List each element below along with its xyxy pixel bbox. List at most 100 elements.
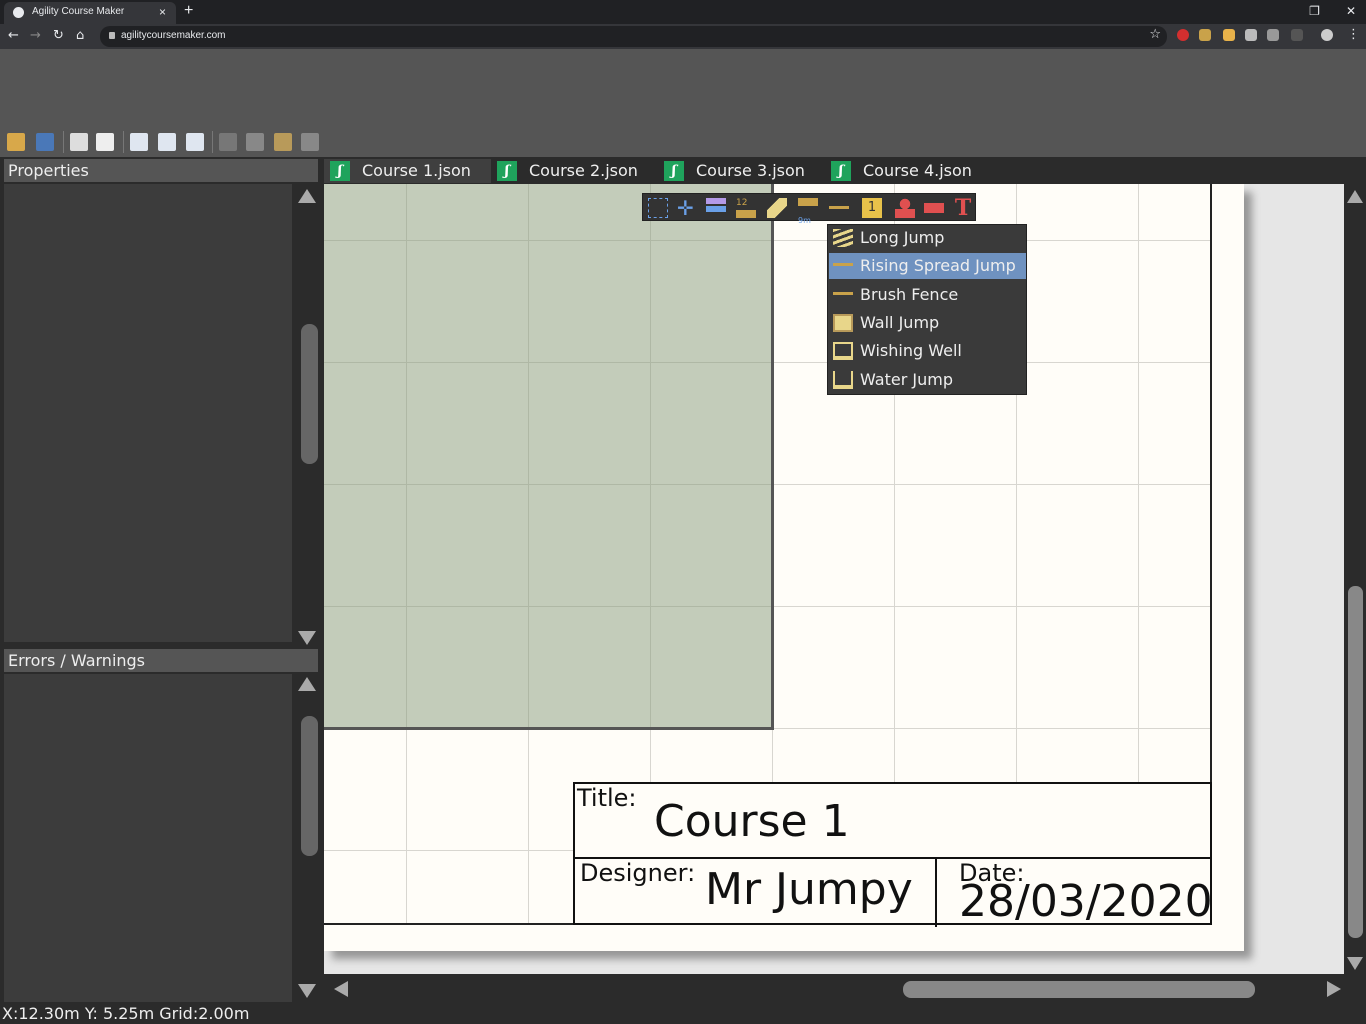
canvas-vertical-scrollbar[interactable]	[1345, 184, 1366, 974]
tab-course-4[interactable]: ʃ Course 4.json	[825, 159, 992, 183]
open-folder-icon[interactable]	[7, 133, 25, 151]
back-icon[interactable]: ←	[8, 28, 19, 43]
scroll-left-icon[interactable]	[334, 981, 348, 997]
title-block[interactable]: Title: Course 1 Designer: Mr Jumpy Date:…	[573, 782, 1213, 927]
extension-icon[interactable]	[1223, 29, 1235, 41]
camera-icon[interactable]	[924, 198, 944, 218]
menu-item-label: Water Jump	[860, 370, 953, 389]
jump-tool-icon[interactable]	[829, 206, 849, 214]
scroll-thumb[interactable]	[301, 716, 318, 856]
scroll-thumb[interactable]	[1348, 586, 1363, 938]
scroll-up-icon[interactable]	[1347, 190, 1363, 203]
rising-spread-jump-icon	[833, 263, 853, 273]
new-tab-button[interactable]: +	[184, 2, 193, 20]
wishing-well-icon	[833, 342, 853, 360]
paste-special-icon[interactable]	[301, 133, 319, 151]
extension-icon[interactable]	[1291, 29, 1303, 41]
menu-item-wall-jump[interactable]: Wall Jump	[829, 310, 1026, 336]
tab-close-icon[interactable]: ×	[159, 5, 166, 19]
save-icon[interactable]	[36, 133, 54, 151]
course-title: Course 1	[654, 796, 850, 847]
water-jump-icon	[833, 371, 853, 389]
zoom-out-icon[interactable]	[186, 133, 204, 151]
profile-avatar[interactable]	[1321, 29, 1333, 41]
menu-item-rising-spread-jump[interactable]: Rising Spread Jump	[829, 253, 1026, 279]
url-text[interactable]: agilitycoursemaker.com	[121, 30, 225, 41]
weave-poles-icon[interactable]: 12	[736, 198, 756, 218]
browser-toolbar: ← → ↻ ⌂ agilitycoursemaker.com ☆ ⋮	[0, 24, 1366, 49]
extension-icon[interactable]	[1245, 29, 1257, 41]
lock-icon	[109, 32, 115, 39]
errors-scrollbar[interactable]	[295, 674, 319, 1002]
tab-course-2[interactable]: ʃ Course 2.json	[491, 159, 658, 183]
menu-item-water-jump[interactable]: Water Jump	[829, 367, 1026, 393]
text-tool-icon[interactable]: T	[953, 197, 973, 219]
paste-icon[interactable]	[274, 133, 292, 151]
status-bar: X:12.30m Y: 5.25m Grid:2.00m	[0, 1003, 1366, 1024]
tab-label: Course 3.json	[696, 161, 805, 180]
scroll-thumb[interactable]	[301, 324, 318, 464]
zoom-in-icon[interactable]	[158, 133, 176, 151]
scroll-up-icon[interactable]	[298, 677, 316, 691]
jump-type-menu: Long Jump Rising Spread Jump Brush Fence…	[827, 224, 1027, 395]
zoom-fit-icon[interactable]	[130, 133, 148, 151]
cut-icon[interactable]	[219, 133, 237, 151]
canvas-horizontal-scrollbar[interactable]	[324, 976, 1344, 1002]
extension-shield-icon[interactable]	[1177, 29, 1189, 41]
equipment-toolbar: ✛ 12 9m 1 T	[642, 193, 976, 225]
title-block-divider	[935, 858, 937, 927]
scroll-up-icon[interactable]	[298, 189, 316, 203]
errors-panel	[4, 674, 292, 1002]
tab-label: Course 4.json	[863, 161, 972, 180]
extension-icon[interactable]	[1267, 29, 1279, 41]
select-tool-icon[interactable]	[648, 198, 668, 218]
scroll-down-icon[interactable]	[1347, 957, 1363, 970]
close-window-icon[interactable]: ✕	[1346, 4, 1356, 18]
number-marker-icon[interactable]: 1	[862, 198, 882, 218]
extension-icon[interactable]	[1199, 29, 1211, 41]
course-file-icon: ʃ	[497, 161, 517, 181]
contact-equipment-icon[interactable]	[767, 198, 787, 218]
menu-item-brush-fence[interactable]: Brush Fence	[829, 282, 1026, 308]
tab-label: Course 1.json	[362, 161, 471, 180]
selection-rectangle[interactable]	[324, 184, 774, 730]
tunnel-icon[interactable]: 9m	[798, 198, 818, 225]
course-file-icon: ʃ	[330, 161, 350, 181]
app-header-space	[0, 49, 1366, 127]
wall-jump-icon	[833, 314, 853, 332]
scroll-right-icon[interactable]	[1327, 981, 1341, 997]
browser-tab[interactable]: Agility Course Maker ×	[4, 2, 176, 24]
menu-item-wishing-well[interactable]: Wishing Well	[829, 338, 1026, 364]
judge-icon[interactable]	[895, 198, 915, 218]
bookmark-star-icon[interactable]: ☆	[1149, 27, 1161, 42]
scroll-down-icon[interactable]	[298, 984, 316, 998]
restore-window-icon[interactable]: ❐	[1309, 4, 1320, 18]
print-icon[interactable]	[70, 133, 88, 151]
menu-item-long-jump[interactable]: Long Jump	[829, 225, 1026, 251]
address-bar[interactable]: agilitycoursemaker.com ☆	[100, 26, 1167, 47]
browser-tab-bar: Agility Course Maker × + ❐ ✕	[0, 0, 1366, 24]
site-favicon-icon	[13, 7, 24, 18]
errors-panel-title: Errors / Warnings	[4, 649, 318, 672]
menu-item-label: Rising Spread Jump	[860, 256, 1016, 275]
home-icon[interactable]: ⌂	[76, 28, 84, 43]
forward-icon[interactable]: →	[30, 28, 41, 43]
menu-item-label: Brush Fence	[860, 285, 959, 304]
reload-icon[interactable]: ↻	[53, 28, 64, 43]
print-preview-icon[interactable]	[96, 133, 114, 151]
tab-course-1[interactable]: ʃ Course 1.json	[324, 159, 491, 183]
copy-icon[interactable]	[246, 133, 264, 151]
toolbar-separator	[63, 131, 64, 153]
course-file-icon: ʃ	[831, 161, 851, 181]
properties-scrollbar[interactable]	[295, 184, 319, 646]
move-tool-icon[interactable]: ✛	[677, 198, 697, 218]
menu-item-label: Wall Jump	[860, 313, 940, 332]
align-tool-icon[interactable]	[706, 198, 726, 218]
browser-menu-icon[interactable]: ⋮	[1347, 27, 1360, 42]
menu-item-label: Wishing Well	[860, 341, 962, 360]
tab-course-3[interactable]: ʃ Course 3.json	[658, 159, 825, 183]
scroll-down-icon[interactable]	[298, 631, 316, 645]
toolbar-separator	[123, 131, 124, 153]
title-label: Title:	[577, 784, 637, 812]
scroll-thumb[interactable]	[903, 981, 1255, 998]
